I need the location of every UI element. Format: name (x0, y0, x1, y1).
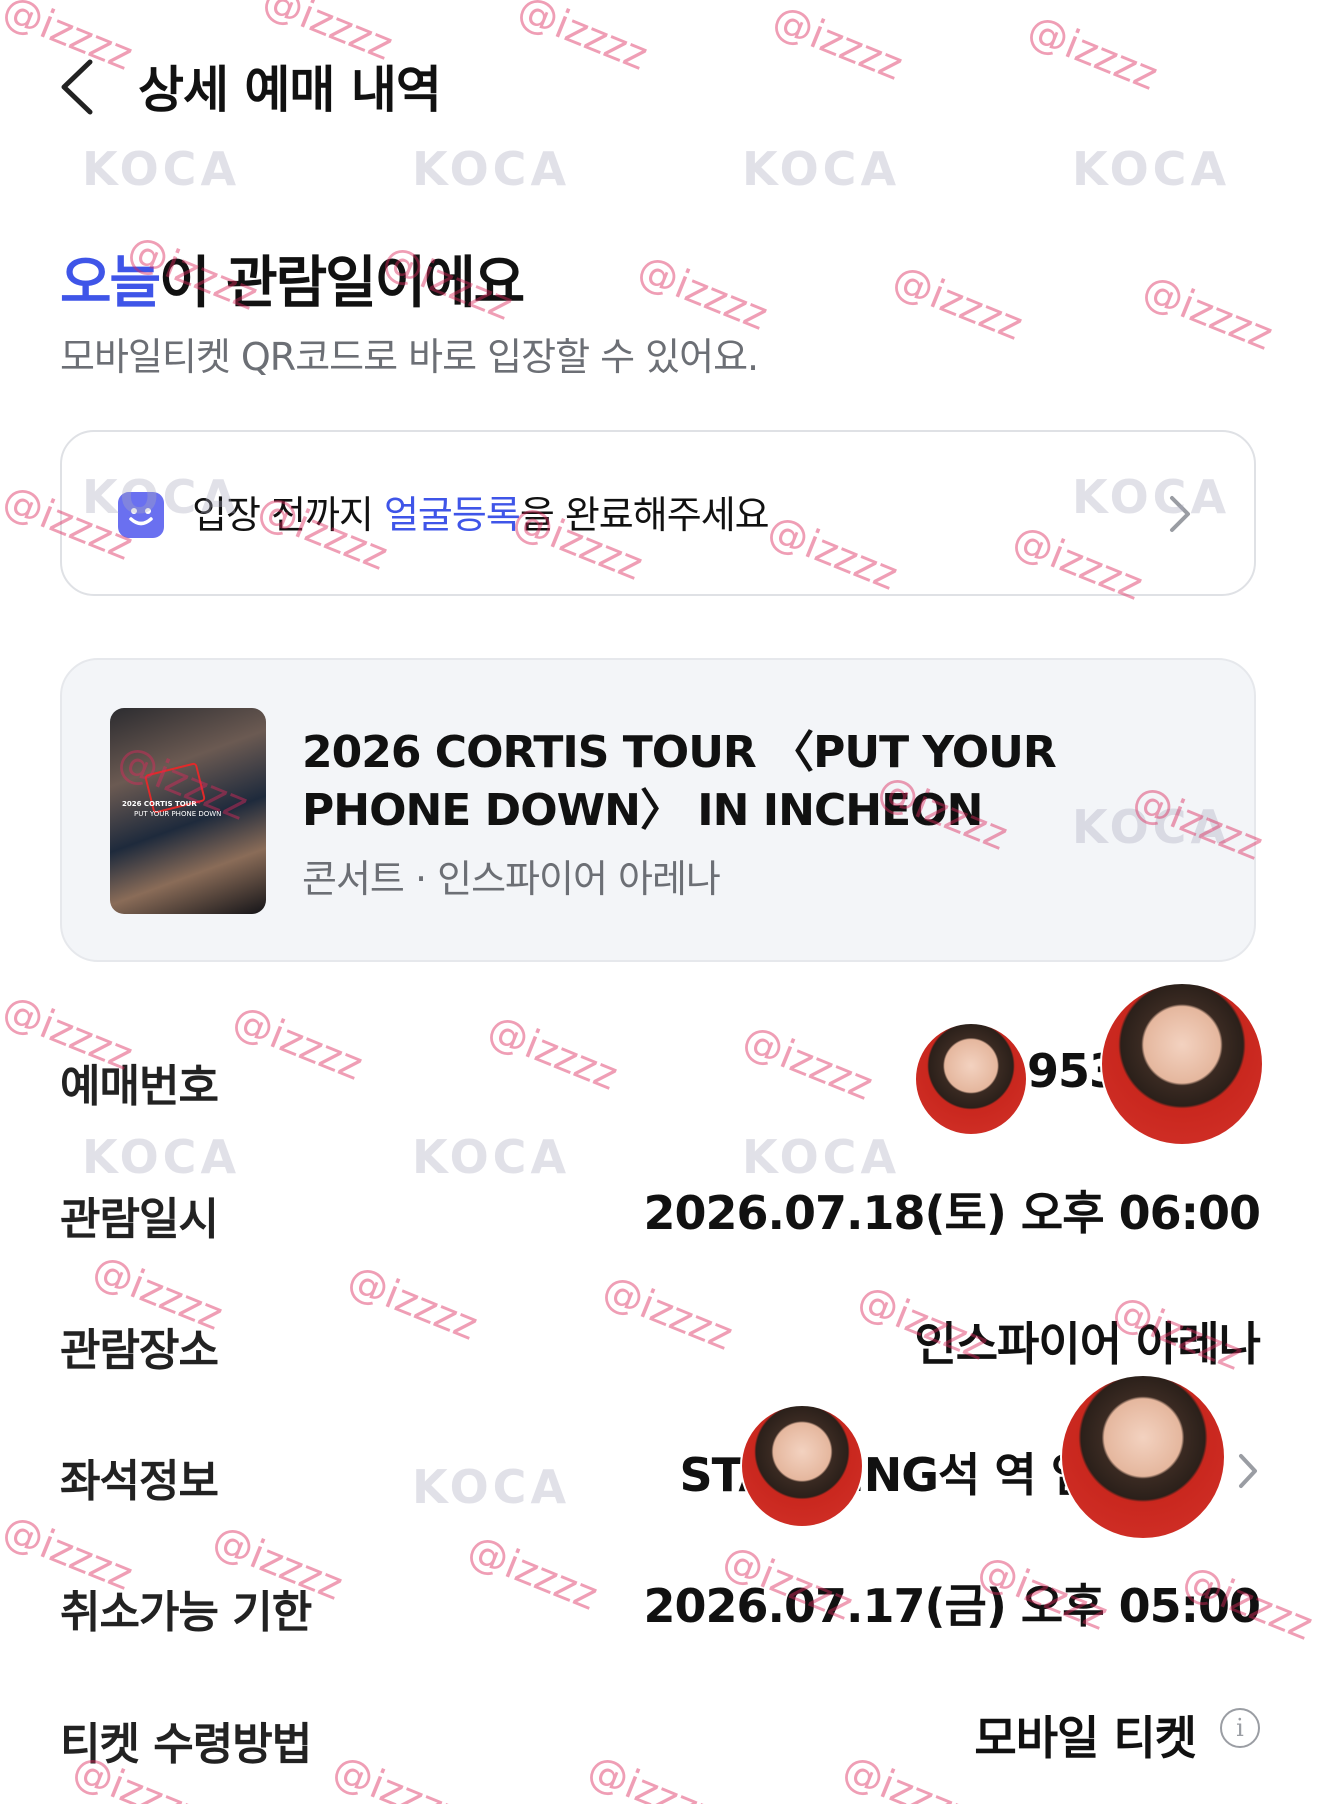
view-date-row: 관람일시 2026.07.18(토) 오후 06:00 (60, 1183, 1261, 1263)
header: 상세 예매 내역 (0, 0, 1320, 170)
info-icon[interactable]: i (1220, 1708, 1260, 1748)
hero-subtitle: 모바일티켓 QR코드로 바로 입장할 수 있어요. (60, 335, 759, 379)
watermark-handle: @izzzz (1136, 266, 1279, 360)
reservation-number-row: 예매번호 953 (60, 1044, 1260, 1130)
watermark-logo: KOCA (412, 1130, 571, 1184)
chevron-right-icon (1170, 496, 1190, 532)
event-title: 2026 CORTIS TOUR 〈PUT YOUR PHONE DOWN〉 I… (302, 727, 1057, 836)
face-text-after: 을 완료해주세요 (519, 493, 770, 537)
face-sticker (1060, 1374, 1226, 1540)
cancel-deadline-label: 취소가능 기한 (60, 1587, 312, 1638)
event-card[interactable]: 2026 CORTIS TOUR PUT YOUR PHONE DOWN 202… (60, 658, 1256, 962)
chevron-right-icon (1239, 1454, 1257, 1488)
face-register-text: 입장 전까지 얼굴등록을 완료해주세요 (192, 484, 770, 539)
face-text-before: 입장 전까지 (192, 493, 384, 537)
event-poster: 2026 CORTIS TOUR PUT YOUR PHONE DOWN (110, 708, 266, 914)
seat-info-label: 좌석정보 (60, 1456, 219, 1507)
face-text-accent: 얼굴등록 (383, 493, 521, 537)
ticket-delivery-value: 모바일 티켓 (974, 1711, 1197, 1765)
face-sticker (1100, 982, 1264, 1146)
venue-label: 관람장소 (60, 1325, 219, 1376)
face-register-banner[interactable]: 입장 전까지 얼굴등록을 완료해주세요 (60, 430, 1256, 596)
ticket-delivery-row: 티켓 수령방법 모바일 티켓 i (60, 1708, 1260, 1788)
venue-row: 관람장소 인스파이어 아레나 (60, 1314, 1261, 1394)
face-sticker (740, 1404, 864, 1528)
watermark-logo: KOCA (742, 1130, 901, 1184)
poster-text-2: PUT YOUR PHONE DOWN (134, 810, 222, 818)
face-register-icon (118, 492, 164, 538)
page-title: 상세 예매 내역 (138, 61, 442, 119)
view-date-value: 2026.07.18(토) 오후 06:00 (643, 1186, 1261, 1240)
watermark-logo: KOCA (82, 1130, 241, 1184)
view-date-label: 관람일시 (60, 1194, 219, 1245)
watermark-handle: @izzzz (886, 256, 1029, 350)
ticket-delivery-label: 티켓 수령방법 (60, 1719, 312, 1770)
poster-text-1: 2026 CORTIS TOUR (122, 800, 197, 808)
hero-title: 오늘이 관람일이에요 (60, 238, 525, 319)
reservation-number-label: 예매번호 (60, 1061, 219, 1112)
event-meta: 콘서트 · 인스파이어 아레나 (302, 857, 721, 901)
hero-title-rest: 이 관람일이에요 (159, 251, 525, 316)
venue-value: 인스파이어 아레나 (914, 1317, 1261, 1371)
cancel-deadline-row: 취소가능 기한 2026.07.17(금) 오후 05:00 (60, 1576, 1261, 1656)
hero-title-accent: 오늘 (60, 251, 161, 316)
face-sticker (914, 1022, 1028, 1136)
back-arrow-icon[interactable] (52, 52, 112, 122)
cancel-deadline-value: 2026.07.17(금) 오후 05:00 (643, 1579, 1261, 1633)
